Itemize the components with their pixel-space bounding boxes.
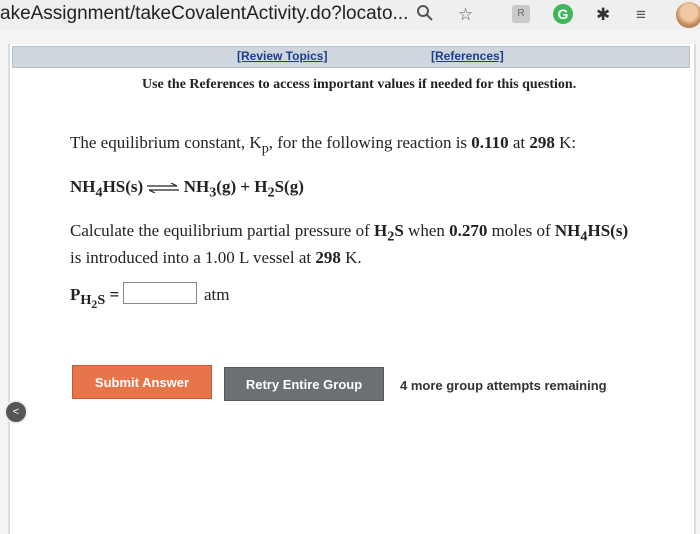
question-line-1: The equilibrium constant, Kp, for the fo… <box>70 133 577 157</box>
reading-list-icon[interactable]: ≡ <box>636 4 646 26</box>
submit-answer-button[interactable]: Submit Answer <box>72 365 212 399</box>
review-topics-link[interactable]: [Review Topics] <box>237 49 327 63</box>
collapse-chevron-icon[interactable]: < <box>4 400 28 424</box>
partial-pressure-input[interactable] <box>123 282 197 304</box>
url-field[interactable]: akeAssignment/takeCovalentActivity.do?lo… <box>0 3 408 25</box>
bookmark-star-icon[interactable]: ☆ <box>458 4 473 26</box>
question-text: Calculate the equilibrium partial pressu… <box>70 221 629 268</box>
retry-entire-group-button[interactable]: Retry Entire Group <box>224 367 384 401</box>
grammarly-icon[interactable]: G <box>553 4 573 24</box>
extensions-puzzle-icon[interactable]: ✱ <box>596 4 610 26</box>
reaction-equation: NH4HS(s) NH3(g) + H2S(g) <box>70 177 304 201</box>
answer-label: PH2S = <box>70 285 120 312</box>
equilibrium-arrow-icon <box>147 183 180 194</box>
references-bar: [Review Topics] [References] <box>12 46 690 68</box>
unit-label: atm <box>204 285 230 304</box>
attempts-remaining: 4 more group attempts remaining <box>400 378 607 393</box>
references-notice: Use the References to access important v… <box>142 77 577 92</box>
extension-r-icon[interactable]: R <box>512 5 530 23</box>
references-link[interactable]: [References] <box>431 49 504 63</box>
zoom-icon[interactable] <box>416 4 434 28</box>
page <box>0 30 700 534</box>
browser-toolbar: akeAssignment/takeCovalentActivity.do?lo… <box>0 0 700 30</box>
avatar[interactable] <box>676 2 700 28</box>
